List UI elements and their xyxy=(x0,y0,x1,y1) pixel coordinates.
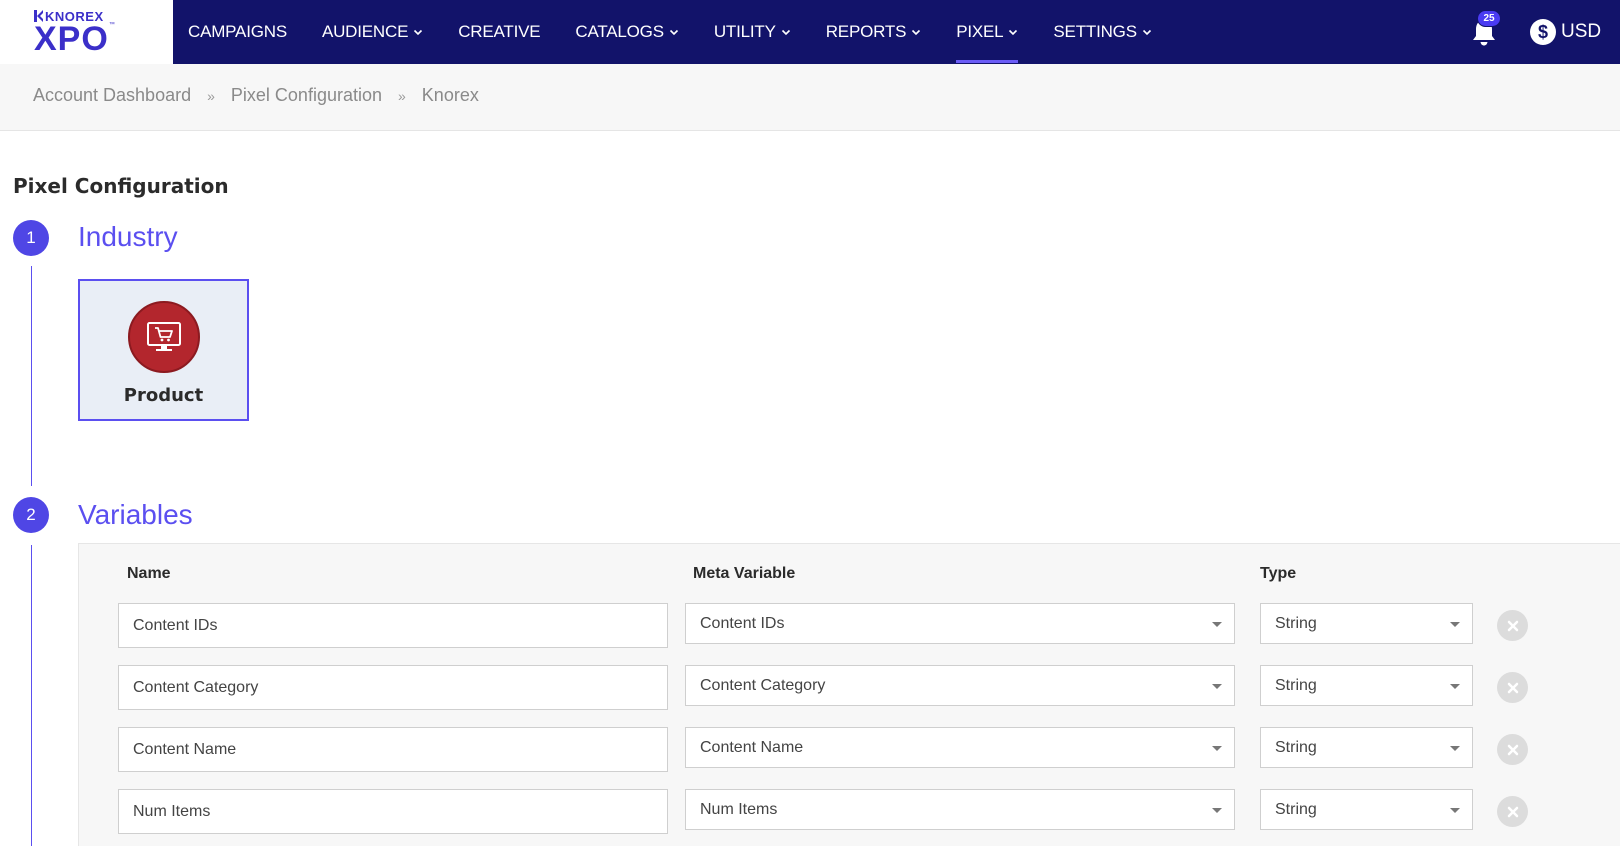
column-header-type: Type xyxy=(1260,565,1297,582)
step-1-circle: 1 xyxy=(13,220,49,256)
shopping-cart-monitor-icon xyxy=(128,301,200,373)
page-title: Pixel Configuration xyxy=(13,174,229,198)
step-connector-line xyxy=(31,545,32,846)
type-select[interactable]: String xyxy=(1260,727,1473,768)
remove-row-button[interactable] xyxy=(1497,734,1528,765)
variable-name-input[interactable]: Num Items xyxy=(118,789,668,834)
column-header-meta-variable: Meta Variable xyxy=(693,565,796,582)
dropdown-caret-icon xyxy=(1450,622,1460,627)
chevron-down-icon xyxy=(781,29,790,36)
breadcrumb-account-dashboard[interactable]: Account Dashboard xyxy=(33,85,191,106)
type-select[interactable]: String xyxy=(1260,665,1473,706)
dropdown-caret-icon xyxy=(1450,808,1460,813)
close-icon xyxy=(1507,744,1518,755)
step-connector-line xyxy=(31,266,32,486)
breadcrumb-pixel-configuration[interactable]: Pixel Configuration xyxy=(231,85,382,106)
breadcrumb: Account Dashboard » Pixel Configuration … xyxy=(33,85,479,106)
type-value: String xyxy=(1275,800,1317,818)
chevron-down-icon xyxy=(414,29,423,36)
close-icon xyxy=(1507,682,1518,693)
notification-badge: 25 xyxy=(1477,10,1501,27)
top-navbar: KNOREX XPO™ CAMPAIGNS AUDIENCE CREATIVE … xyxy=(0,0,1620,64)
meta-variable-select[interactable]: Content IDs xyxy=(685,603,1235,644)
breadcrumb-knorex: Knorex xyxy=(421,85,479,105)
step-variables-title: Variables xyxy=(78,499,193,530)
nav-pixel[interactable]: PIXEL xyxy=(956,0,1019,64)
remove-row-button[interactable] xyxy=(1497,672,1528,703)
step-2-circle: 2 xyxy=(13,497,49,533)
logo[interactable]: KNOREX XPO™ xyxy=(0,0,173,64)
logo-brand-big: XPO™ xyxy=(34,20,116,58)
nav-utility[interactable]: UTILITY xyxy=(714,0,791,64)
industry-card-product[interactable]: Product xyxy=(78,279,249,421)
type-select[interactable]: String xyxy=(1260,789,1473,830)
currency-indicator[interactable]: $ USD xyxy=(1530,17,1601,47)
dropdown-caret-icon xyxy=(1450,746,1460,751)
chevron-down-icon xyxy=(1142,29,1151,36)
remove-row-button[interactable] xyxy=(1497,796,1528,827)
column-header-name: Name xyxy=(127,565,171,582)
meta-variable-value: Content Category xyxy=(700,676,826,694)
dropdown-caret-icon xyxy=(1212,746,1222,751)
type-select[interactable]: String xyxy=(1260,603,1473,644)
meta-variable-value: Content Name xyxy=(700,738,804,756)
currency-label: USD xyxy=(1561,21,1602,42)
meta-variable-select[interactable]: Content Category xyxy=(685,665,1235,706)
dollar-icon: $ xyxy=(1530,19,1556,45)
close-icon xyxy=(1507,620,1518,631)
meta-variable-select[interactable]: Num Items xyxy=(685,789,1235,830)
meta-variable-value: Content IDs xyxy=(700,614,785,632)
type-value: String xyxy=(1275,738,1317,756)
breadcrumb-separator: » xyxy=(207,87,215,104)
meta-variable-select[interactable]: Content Name xyxy=(685,727,1235,768)
breadcrumb-separator: » xyxy=(398,87,406,104)
nav-settings[interactable]: SETTINGS xyxy=(1053,0,1151,64)
industry-card-label: Product xyxy=(123,385,204,406)
main-nav: CAMPAIGNS AUDIENCE CREATIVE CATALOGS UTI… xyxy=(188,0,1187,64)
type-value: String xyxy=(1275,676,1317,694)
variable-name-input[interactable]: Content Category xyxy=(118,665,668,710)
close-icon xyxy=(1507,806,1518,817)
chevron-down-icon xyxy=(669,29,678,36)
nav-campaigns[interactable]: CAMPAIGNS xyxy=(188,0,287,64)
step-industry-title: Industry xyxy=(78,221,178,252)
type-value: String xyxy=(1275,614,1317,632)
chevron-down-icon xyxy=(1009,29,1018,36)
nav-creative[interactable]: CREATIVE xyxy=(458,0,540,64)
variable-name-input[interactable]: Content IDs xyxy=(118,603,668,648)
breadcrumb-bar: Account Dashboard » Pixel Configuration … xyxy=(0,64,1620,131)
nav-catalogs[interactable]: CATALOGS xyxy=(575,0,678,64)
dropdown-caret-icon xyxy=(1212,808,1222,813)
dropdown-caret-icon xyxy=(1212,684,1222,689)
nav-audience[interactable]: AUDIENCE xyxy=(322,0,423,64)
variable-name-input[interactable]: Content Name xyxy=(118,727,668,772)
chevron-down-icon xyxy=(912,29,921,36)
nav-reports[interactable]: REPORTS xyxy=(826,0,921,64)
remove-row-button[interactable] xyxy=(1497,610,1528,641)
dropdown-caret-icon xyxy=(1212,622,1222,627)
dropdown-caret-icon xyxy=(1450,684,1460,689)
meta-variable-value: Num Items xyxy=(700,800,778,818)
